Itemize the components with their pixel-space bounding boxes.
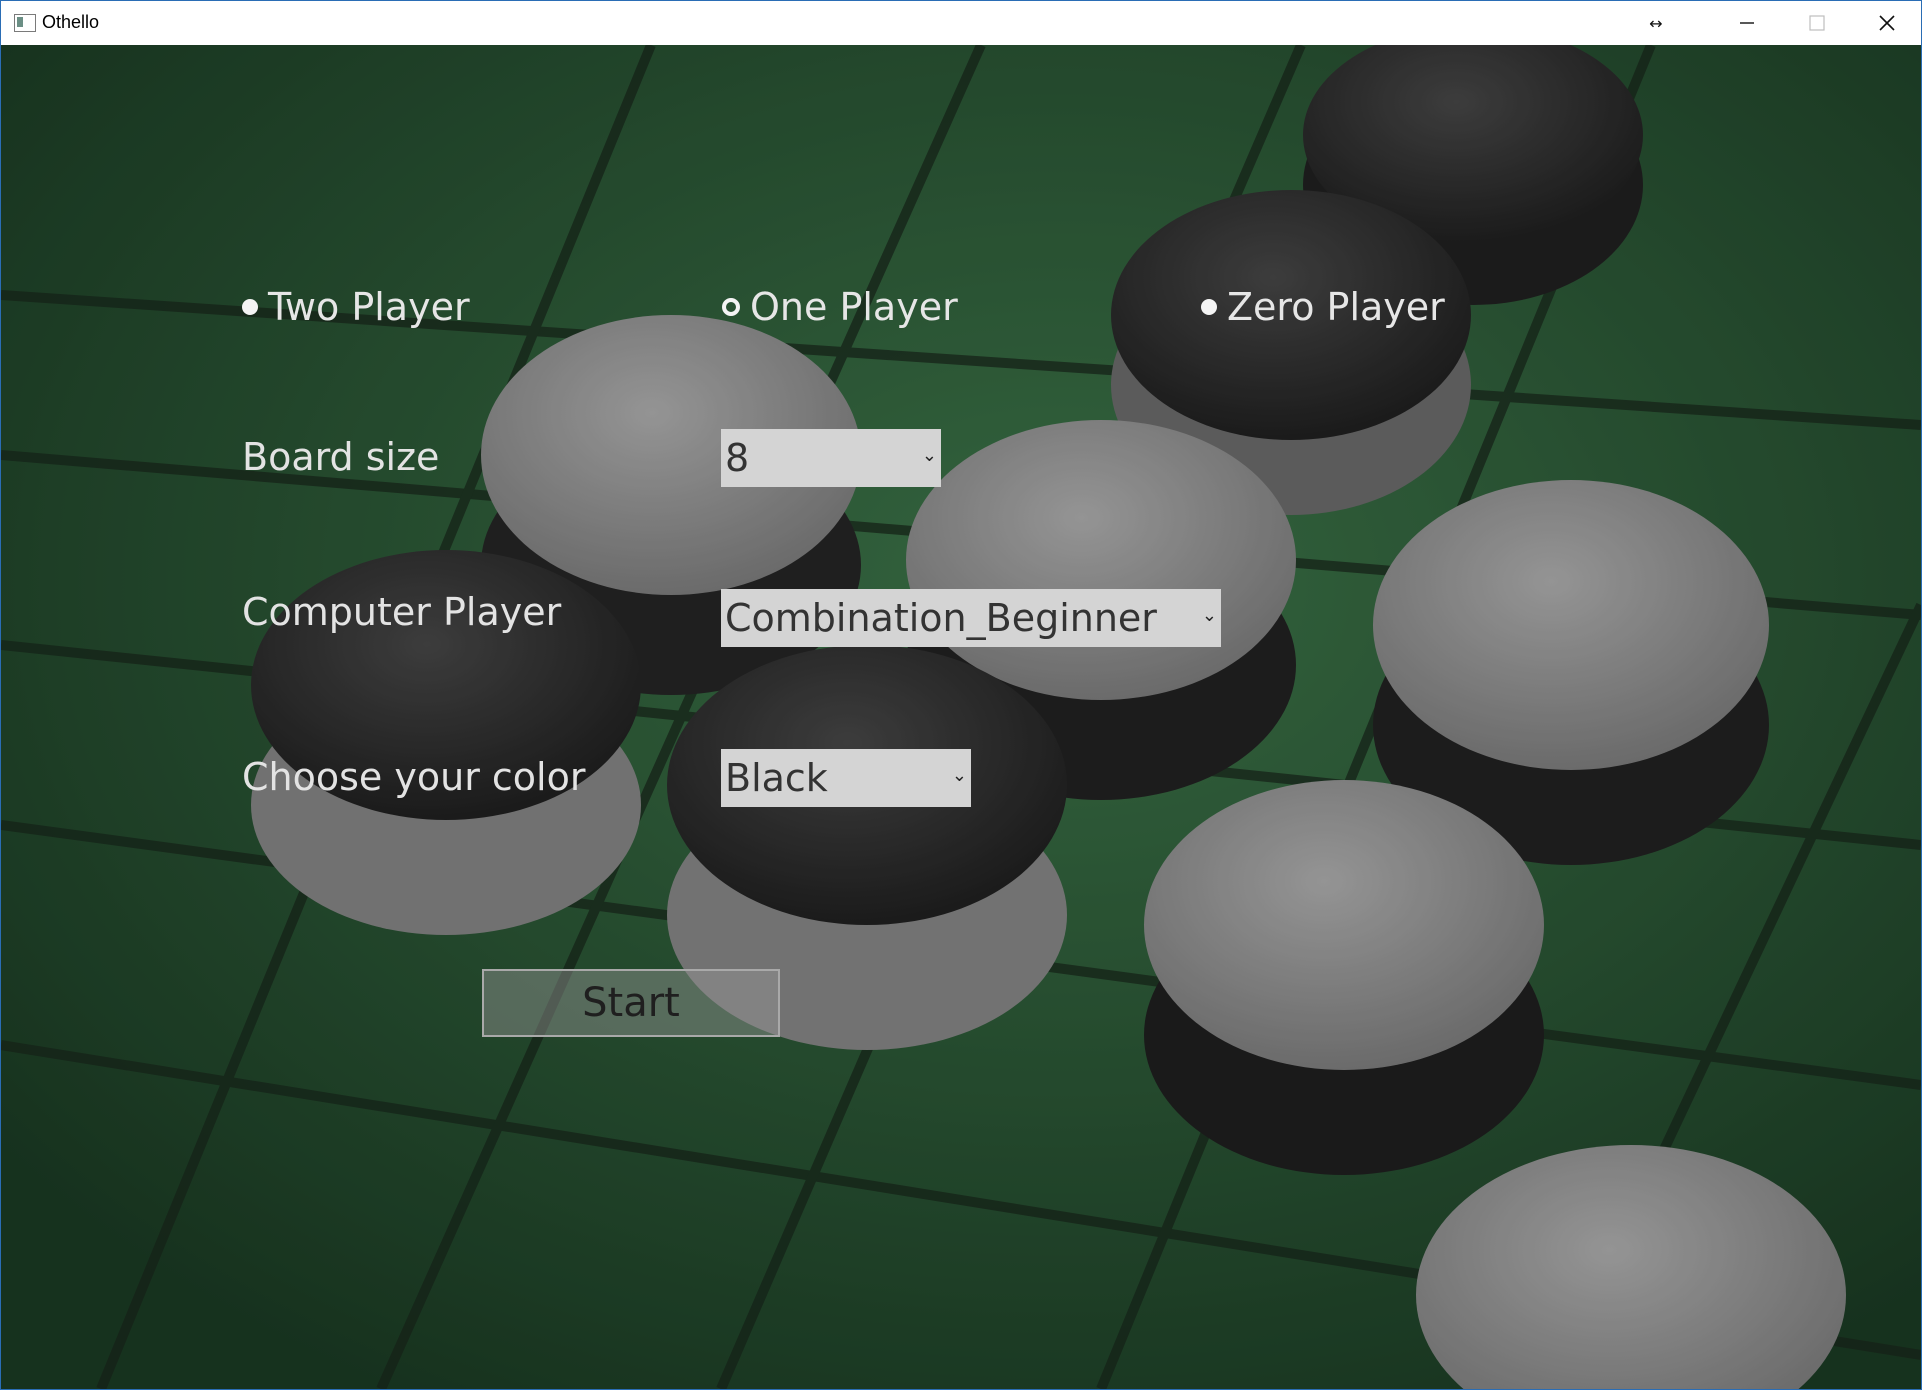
othello-board-background [1,45,1921,1389]
color-select[interactable]: Black ⌄ [721,749,971,807]
chevron-down-icon: ⌄ [951,765,967,786]
radio-selected-icon[interactable] [722,298,740,316]
radio-zero-player[interactable]: Zero Player [1201,285,1445,329]
radio-dot-icon[interactable] [1201,299,1217,315]
start-button[interactable]: Start [482,969,780,1037]
radio-label: Zero Player [1227,285,1445,329]
computer-player-value: Combination_Beginner [725,596,1157,640]
color-value: Black [725,756,828,800]
board-size-label: Board size [242,435,440,479]
radio-two-player[interactable]: Two Player [242,285,470,329]
radio-label: Two Player [268,285,470,329]
radio-label: One Player [750,285,958,329]
title-bar: Othello ↔ [1,1,1921,45]
minimize-icon[interactable] [1712,1,1782,45]
app-icon [14,14,36,32]
color-label: Choose your color [242,755,586,799]
radio-dot-icon[interactable] [242,299,258,315]
maximize-icon[interactable] [1782,1,1852,45]
board-size-value: 8 [725,436,750,480]
board-size-select[interactable]: 8 ⌄ [721,429,941,487]
chevron-down-icon: ⌄ [921,445,937,466]
computer-player-select[interactable]: Combination_Beginner ⌄ [721,589,1221,647]
computer-player-label: Computer Player [242,590,562,634]
window-title: Othello [42,12,100,32]
resize-arrows-icon: ↔ [1649,13,1663,33]
app-window: Othello ↔ Two Player One Player Zero Pla… [0,0,1922,1390]
main-content: Two Player One Player Zero Player Board … [1,45,1921,1389]
close-icon[interactable] [1852,1,1921,45]
chevron-down-icon: ⌄ [1201,605,1217,626]
radio-one-player[interactable]: One Player [722,285,958,329]
